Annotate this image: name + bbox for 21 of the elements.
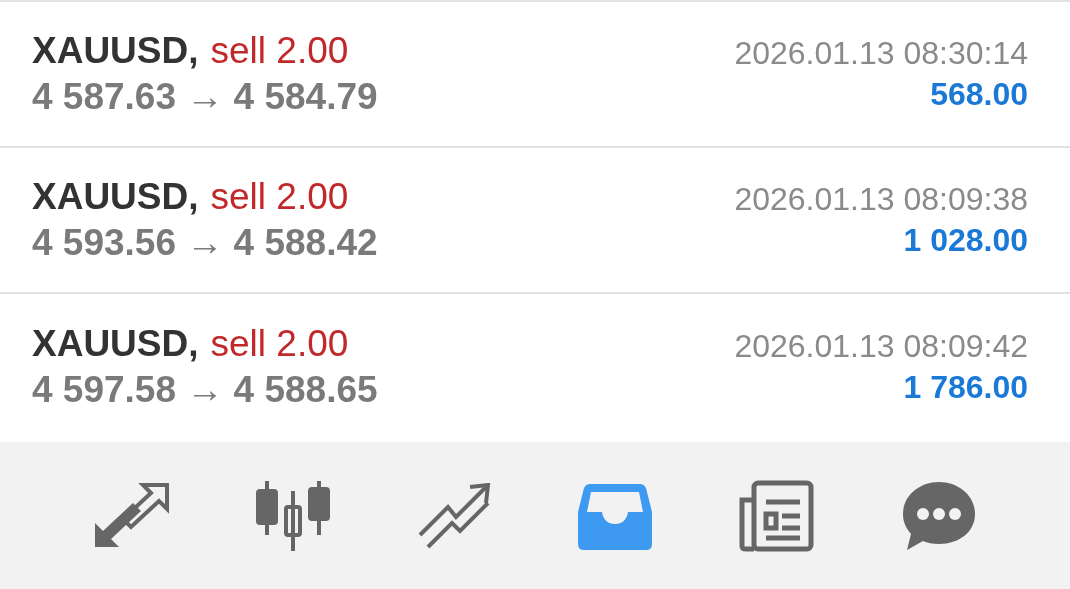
profit-value: 1 028.00 bbox=[903, 222, 1028, 259]
symbol-label: XAUUSD, bbox=[32, 30, 199, 71]
price-range: 4 597.58 → 4 588.65 bbox=[32, 369, 378, 411]
chat-bubble-icon[interactable] bbox=[900, 479, 977, 552]
deal-time: 2026.01.13 08:30:14 bbox=[734, 35, 1028, 72]
deal-time: 2026.01.13 08:09:42 bbox=[734, 328, 1028, 365]
newspaper-icon[interactable] bbox=[738, 479, 815, 552]
profit-value: 568.00 bbox=[930, 76, 1028, 113]
symbol-label: XAUUSD, bbox=[32, 176, 199, 217]
symbol-label: XAUUSD, bbox=[32, 323, 199, 364]
profit-value: 1 786.00 bbox=[903, 369, 1028, 406]
trend-chart-icon[interactable] bbox=[417, 482, 492, 549]
price-range: 4 587.63 → 4 584.79 bbox=[32, 76, 378, 118]
deal-time: 2026.01.13 08:09:38 bbox=[734, 181, 1028, 218]
price-range: 4 593.56 → 4 588.42 bbox=[32, 222, 378, 264]
order-side-label: sell 2.00 bbox=[210, 30, 349, 71]
inbox-icon[interactable] bbox=[578, 481, 653, 550]
candlestick-icon[interactable] bbox=[255, 478, 332, 553]
order-side-label: sell 2.00 bbox=[210, 176, 349, 217]
order-side-label: sell 2.00 bbox=[210, 323, 349, 364]
trade-arrows-icon[interactable] bbox=[93, 482, 170, 549]
